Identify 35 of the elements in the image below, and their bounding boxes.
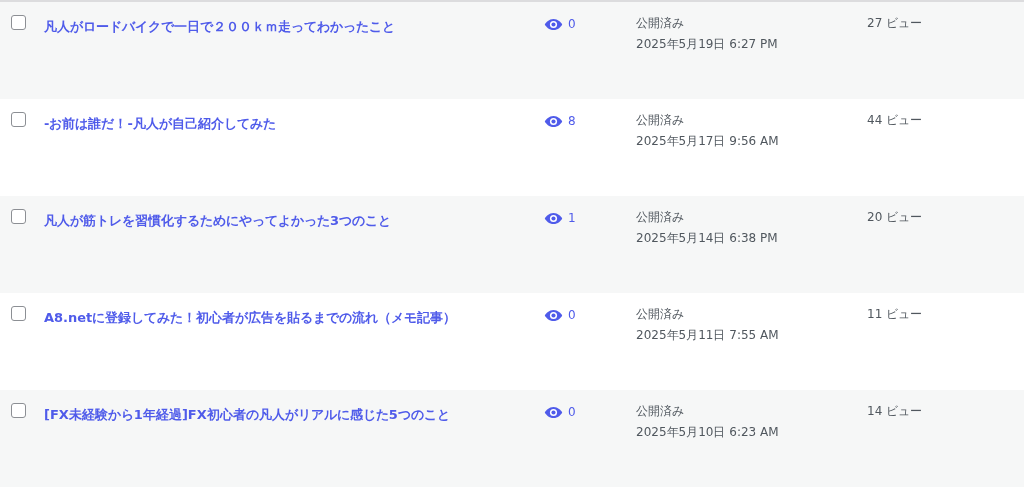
- eye-icon: [544, 114, 563, 128]
- view-count: 44 ビュー: [867, 113, 923, 127]
- eye-icon: [544, 211, 563, 225]
- view-count: 20 ビュー: [867, 210, 923, 224]
- comment-count[interactable]: 0: [568, 15, 576, 33]
- eye-icon: [544, 308, 563, 322]
- comment-count[interactable]: 1: [568, 209, 576, 227]
- post-title-link[interactable]: [FX未経験から1年経過]FX初心者の凡人がリアルに感じた5つのこと: [44, 407, 450, 422]
- post-status: 公開済み: [636, 15, 685, 32]
- eye-icon: [544, 17, 563, 31]
- post-date: 2025年5月14日 6:38 PM: [636, 230, 779, 247]
- row-checkbox[interactable]: [11, 209, 26, 224]
- comment-count[interactable]: 0: [568, 403, 576, 421]
- view-count: 11 ビュー: [867, 307, 923, 321]
- row-checkbox[interactable]: [11, 306, 26, 321]
- post-date: 2025年5月10日 6:23 AM: [636, 424, 780, 441]
- post-date: 2025年5月19日 6:27 PM: [636, 36, 779, 53]
- row-checkbox[interactable]: [11, 15, 26, 30]
- comment-count[interactable]: 0: [568, 306, 576, 324]
- eye-icon: [544, 405, 563, 419]
- post-status: 公開済み: [636, 112, 685, 129]
- comment-count[interactable]: 8: [568, 112, 576, 130]
- post-status: 公開済み: [636, 209, 685, 226]
- post-title-link[interactable]: 凡人がロードバイクで一日で２００ｋｍ走ってわかったこと: [44, 19, 395, 34]
- post-title-link[interactable]: 凡人が筋トレを習慣化するためにやってよかった3つのこと: [44, 213, 392, 228]
- row-checkbox[interactable]: [11, 112, 26, 127]
- view-count: 27 ビュー: [867, 16, 923, 30]
- row-checkbox[interactable]: [11, 403, 26, 418]
- post-status: 公開済み: [636, 306, 685, 323]
- view-count: 14 ビュー: [867, 404, 923, 418]
- post-title-link[interactable]: -お前は誰だ！-凡人が自己紹介してみた: [44, 116, 276, 131]
- post-status: 公開済み: [636, 403, 685, 420]
- post-date: 2025年5月11日 7:55 AM: [636, 327, 780, 344]
- post-title-link[interactable]: A8.netに登録してみた！初心者が広告を貼るまでの流れ（メモ記事）: [44, 310, 457, 325]
- post-date: 2025年5月17日 9:56 AM: [636, 133, 780, 150]
